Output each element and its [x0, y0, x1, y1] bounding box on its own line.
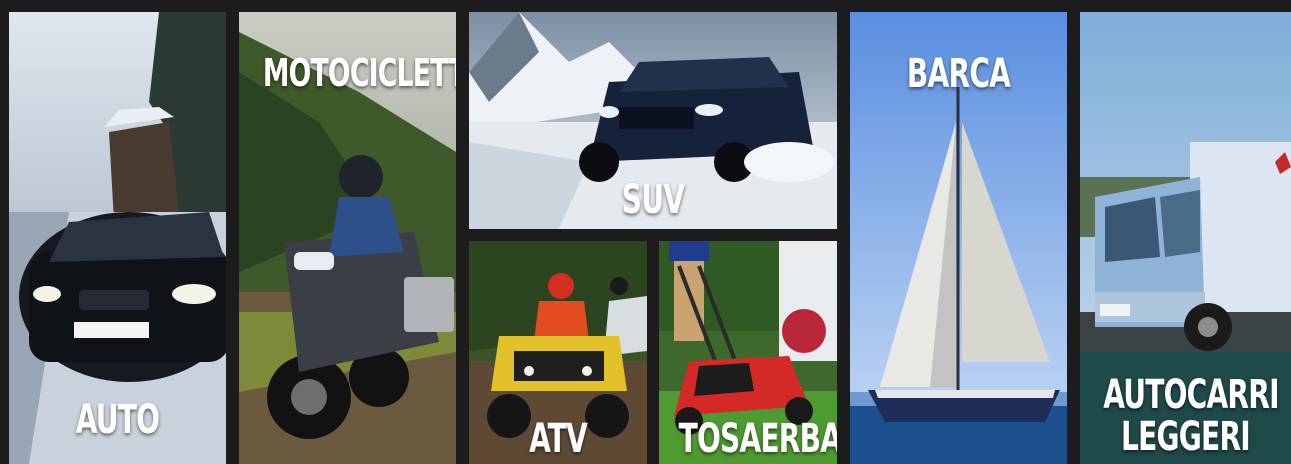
category-tile-auto[interactable]: AUTO — [9, 12, 226, 464]
category-label-auto: AUTO — [75, 397, 160, 443]
category-label-leggeri: LEGGERI — [1121, 414, 1251, 460]
category-tile-autocarri-leggeri[interactable]: AUTOCARRI LEGGERI — [1080, 12, 1291, 464]
category-tile-suv[interactable]: SUV — [469, 12, 837, 229]
category-label-suv: SUV — [621, 177, 685, 223]
category-tile-barca[interactable]: BARCA — [850, 12, 1067, 464]
category-label-tosaerba: TOSAERBA — [678, 416, 837, 462]
category-tile-motocicletta[interactable]: MOTOCICLETTA — [239, 12, 456, 464]
category-tile-atv[interactable]: ATV — [469, 241, 647, 464]
category-label-autocarri: AUTOCARRI — [1103, 372, 1279, 418]
category-tile-tosaerba[interactable]: TOSAERBA — [659, 241, 837, 464]
category-label-atv: ATV — [529, 416, 588, 462]
category-label-motocicletta: MOTOCICLETTA — [262, 51, 456, 95]
category-label-barca: BARCA — [906, 51, 1011, 97]
